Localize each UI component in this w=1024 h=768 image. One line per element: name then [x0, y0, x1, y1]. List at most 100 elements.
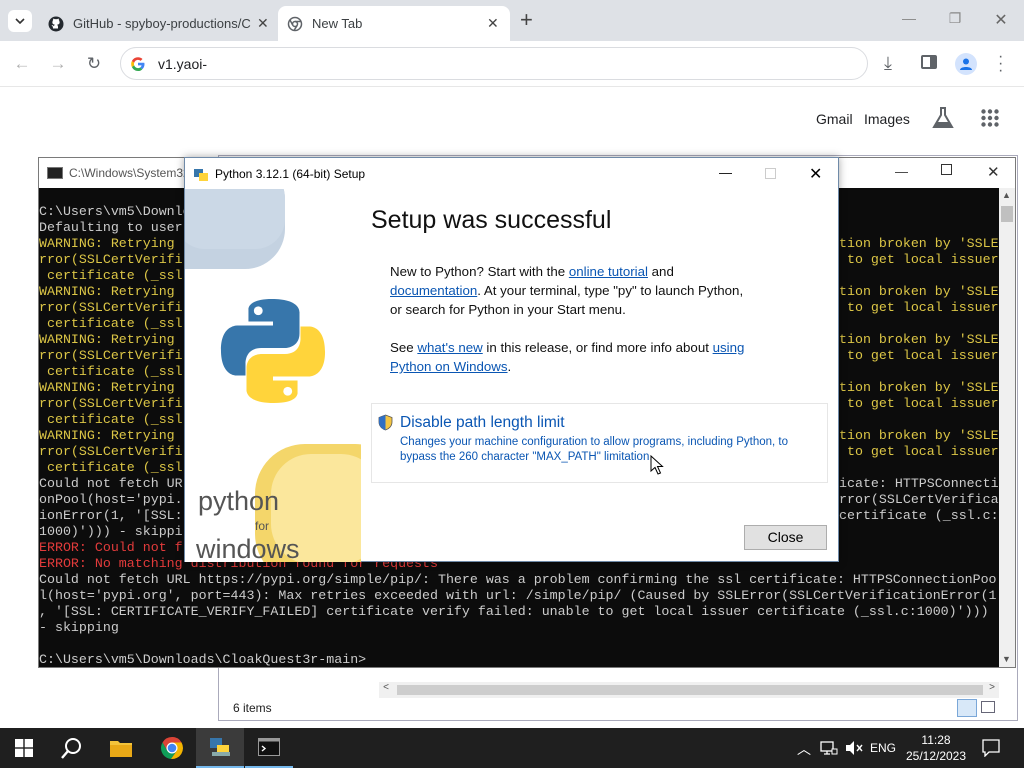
window-close-icon[interactable]: ✕ [809, 164, 822, 184]
network-icon[interactable] [820, 740, 838, 756]
info-text: in this release, or find more info about [482, 340, 713, 355]
scroll-thumb[interactable] [397, 685, 983, 695]
intro-text: . At your terminal, type "py" to launch … [477, 283, 744, 298]
clock[interactable]: 11:28 25/12/2023 [900, 732, 972, 764]
search-button[interactable] [48, 728, 96, 768]
console-line: l(host='pypi.org', port=443): Max retrie… [39, 588, 997, 603]
images-link[interactable]: Images [864, 111, 910, 127]
github-icon [48, 16, 64, 32]
scroll-thumb[interactable] [1001, 206, 1013, 222]
using-python-link[interactable]: using [713, 340, 745, 355]
minimize-icon[interactable]: — [895, 164, 908, 179]
mouse-cursor-icon [650, 455, 664, 475]
python-on-windows-link[interactable]: Python on Windows [390, 359, 508, 374]
close-button[interactable]: Close [744, 525, 827, 550]
restore-icon[interactable]: ❐ [942, 10, 968, 27]
python-setup-taskbar-button[interactable] [196, 728, 244, 768]
horizontal-scrollbar[interactable]: < > [379, 682, 999, 698]
window-close-icon[interactable]: ✕ [987, 163, 1000, 181]
new-tab-button[interactable]: + [520, 9, 533, 31]
notification-icon[interactable] [982, 739, 1000, 757]
file-explorer-taskbar-button[interactable] [97, 728, 145, 768]
path-limit-desc-line: Changes your machine configuration to al… [400, 436, 789, 448]
apps-grid-icon[interactable] [981, 109, 999, 132]
console-line: - skipping [39, 620, 119, 635]
console-line: , '[SSL: CERTIFICATE_VERIFY_FAILED] cert… [39, 604, 989, 619]
tab-github[interactable]: GitHub - spyboy-productions/C ✕ [40, 6, 276, 41]
console-line: icate: HTTPSConnecti [839, 476, 999, 491]
console-line: tion broken by 'SSLE [839, 380, 999, 395]
minimize-icon[interactable]: — [896, 10, 922, 26]
console-output-right: tion broken by 'SSLE to get local issuer… [839, 188, 999, 588]
windows-logo-icon [15, 739, 33, 757]
clock-time: 11:28 [921, 733, 951, 747]
cmd-icon [47, 167, 63, 179]
path-limit-desc-line: bypass the 260 character "MAX_PATH" limi… [400, 451, 653, 463]
profile-avatar-icon[interactable] [955, 53, 977, 75]
whats-new-link[interactable]: what's new [417, 340, 482, 355]
gmail-link[interactable]: Gmail [816, 111, 853, 127]
tab-new-tab-title: New Tab [312, 16, 363, 31]
console-title: C:\Windows\System32 [69, 166, 189, 180]
close-tab-icon[interactable]: ✕ [257, 15, 269, 32]
console-line: tion broken by 'SSLE [839, 236, 999, 251]
window-close-icon[interactable]: ✕ [988, 10, 1014, 30]
language-indicator[interactable]: ENG [870, 741, 896, 755]
kebab-menu-icon[interactable]: · · · [998, 49, 1003, 79]
disable-path-limit-option[interactable]: Disable path length limit Changes your m… [371, 403, 828, 483]
taskbar: ︿ ENG 11:28 25/12/2023 [0, 728, 1024, 768]
search-icon [61, 738, 81, 759]
details-view-icon[interactable] [957, 699, 977, 717]
scroll-down-icon[interactable]: ▼ [1002, 654, 1011, 664]
reload-icon[interactable]: ↻ [84, 54, 104, 74]
clock-date: 25/12/2023 [905, 749, 967, 763]
address-bar[interactable]: v1.yaoi- [120, 47, 868, 80]
console-scrollbar[interactable]: ▲ ▼ [999, 188, 1015, 667]
labs-flask-icon[interactable] [932, 106, 954, 135]
scroll-right-icon[interactable]: > [985, 682, 999, 693]
maximize-icon [765, 168, 776, 179]
chevron-up-icon[interactable]: ︿ [797, 739, 811, 759]
address-text: v1.yaoi- [158, 55, 208, 72]
console-line: to get local issuer [839, 348, 999, 363]
console-line: certificate (_ssl.c: [839, 508, 999, 523]
back-arrow-icon[interactable]: ← [12, 54, 32, 74]
console-line: to get local issuer [839, 300, 999, 315]
minimize-icon[interactable]: — [719, 165, 732, 180]
setup-titlebar: Python 3.12.1 (64-bit) Setup — ✕ [185, 158, 838, 189]
scroll-up-icon[interactable]: ▲ [1002, 190, 1011, 200]
maximize-icon[interactable] [941, 164, 952, 175]
documentation-link[interactable]: documentation [390, 283, 477, 298]
chrome-icon [160, 737, 184, 760]
tab-new-tab[interactable]: New Tab ✕ [278, 6, 510, 41]
console-line: C:\Users\vm5\Downloads\CloakQuest3r-main… [39, 652, 367, 667]
google-icon [130, 56, 146, 72]
side-panel-icon[interactable] [921, 55, 937, 69]
chrome-taskbar-button[interactable] [148, 728, 196, 768]
banner-blue-shape [185, 189, 285, 249]
volume-muted-icon[interactable] [845, 740, 863, 756]
tab-search-button[interactable] [8, 10, 32, 32]
setup-heading: Setup was successful [371, 206, 612, 234]
forward-arrow-icon[interactable]: → [48, 54, 68, 74]
console-line: tion broken by 'SSLE [839, 332, 999, 347]
console-line: rror(SSLCertVerificat [839, 492, 999, 507]
close-tab-icon[interactable]: ✕ [487, 15, 499, 32]
online-tutorial-link[interactable]: online tutorial [569, 264, 648, 279]
large-icons-view-icon[interactable] [981, 701, 995, 713]
path-limit-title[interactable]: Disable path length limit [400, 414, 565, 432]
download-icon[interactable]: ⤓ [884, 53, 892, 74]
console-line: tion broken by 'SSLE [839, 428, 999, 443]
start-button[interactable] [0, 728, 48, 768]
scroll-left-icon[interactable]: < [379, 682, 393, 693]
cmd-taskbar-button[interactable] [245, 728, 293, 768]
setup-title: Python 3.12.1 (64-bit) Setup [215, 166, 366, 181]
intro-text: and [647, 264, 674, 279]
